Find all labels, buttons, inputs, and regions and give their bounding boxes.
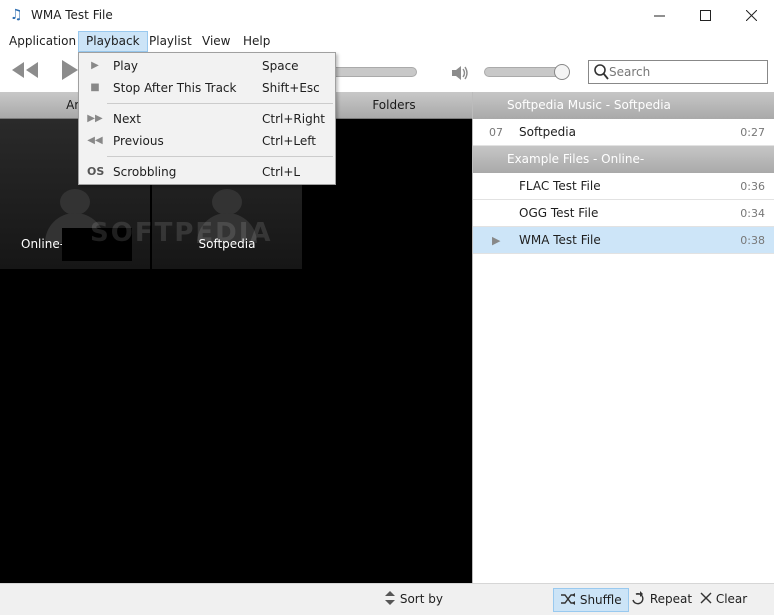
menu-item-play[interactable]: ▶ Play Space — [79, 55, 335, 77]
playlist-row-playing[interactable]: ▶ WMA Test File 0:38 — [473, 227, 774, 254]
previous-track-button[interactable] — [10, 58, 40, 88]
rewind-icon — [12, 62, 38, 78]
clear-button[interactable]: Clear — [694, 588, 753, 612]
track-duration: 0:36 — [740, 180, 765, 193]
menu-item-stop-after-track[interactable]: ■ Stop After This Track Shift+Esc — [79, 77, 335, 99]
menu-help[interactable]: Help — [236, 31, 277, 52]
playlist-group-header[interactable]: Softpedia Music - Softpedia — [473, 92, 774, 119]
watermark: SOFTPEDIA — [90, 218, 273, 248]
next-icon: ▶▶ — [87, 113, 103, 124]
maximize-icon — [699, 10, 711, 21]
window-title: WMA Test File — [31, 8, 113, 22]
menu-item-shortcut: Ctrl+Left — [262, 134, 316, 148]
menu-item-shortcut: Space — [262, 59, 299, 73]
track-duration: 0:27 — [740, 126, 765, 139]
menu-separator — [107, 156, 333, 157]
volume-button[interactable] — [450, 63, 470, 88]
sort-by-label: Sort by — [399, 592, 443, 606]
volume-thumb[interactable] — [553, 64, 570, 80]
search-input[interactable] — [609, 63, 764, 81]
seek-track[interactable] — [330, 67, 417, 77]
search-box[interactable] — [588, 60, 768, 84]
track-name: Softpedia — [519, 125, 576, 139]
track-duration: 0:34 — [740, 207, 765, 220]
artist-avatar-icon — [212, 189, 242, 215]
clear-label: Clear — [715, 592, 748, 606]
sort-icon — [385, 591, 395, 605]
menu-playlist[interactable]: Playlist — [142, 31, 199, 52]
track-name: FLAC Test File — [519, 179, 601, 193]
menu-item-label: Play — [113, 59, 139, 73]
playback-dropdown-menu: ▶ Play Space ■ Stop After This Track Shi… — [78, 52, 336, 185]
minimize-icon — [653, 15, 665, 17]
previous-icon: ◀◀ — [87, 135, 103, 146]
status-bar: Sort by Shuffle Repeat Clear — [0, 583, 774, 615]
artist-avatar-icon — [60, 189, 90, 215]
menu-item-shortcut: Ctrl+L — [262, 165, 301, 179]
play-icon: ▶ — [91, 60, 99, 71]
title-bar: ♫ WMA Test File — [0, 0, 774, 31]
menu-bar: Application Playback Playlist View Help — [0, 31, 774, 52]
menu-item-previous[interactable]: ◀◀ Previous Ctrl+Left — [79, 130, 335, 152]
track-name: WMA Test File — [519, 233, 601, 247]
track-duration: 0:38 — [740, 234, 765, 247]
clear-icon — [700, 592, 712, 604]
menu-item-shortcut: Shift+Esc — [262, 81, 320, 95]
lastfm-icon: OS — [87, 165, 105, 178]
music-note-icon: ♫ — [10, 7, 23, 23]
playlist-group-header[interactable]: Example Files - Online- — [473, 146, 774, 173]
menu-item-scrobbling[interactable]: OS Scrobbling Ctrl+L — [79, 161, 335, 183]
track-number: 07 — [489, 126, 503, 139]
menu-separator — [107, 103, 333, 104]
close-icon — [745, 10, 757, 21]
maximize-button[interactable] — [682, 0, 728, 31]
menu-playback[interactable]: Playback — [78, 31, 148, 52]
stop-icon: ■ — [90, 82, 100, 93]
track-name: OGG Test File — [519, 206, 599, 220]
tab-folders[interactable]: Folders — [316, 92, 472, 119]
menu-view[interactable]: View — [195, 31, 237, 52]
playlist-row[interactable]: OGG Test File 0:34 — [473, 200, 774, 227]
shuffle-label: Shuffle — [579, 593, 622, 607]
menu-item-shortcut: Ctrl+Right — [262, 112, 326, 126]
search-icon — [594, 64, 609, 80]
menu-item-label: Previous — [113, 134, 164, 148]
menu-application[interactable]: Application — [2, 31, 83, 52]
menu-item-label: Next — [113, 112, 141, 126]
playlist-row[interactable]: FLAC Test File 0:36 — [473, 173, 774, 200]
minimize-button[interactable] — [636, 0, 682, 31]
playlist-pane: Softpedia Music - Softpedia 07 Softpedia… — [472, 92, 774, 583]
repeat-icon — [632, 591, 644, 605]
shuffle-icon — [561, 593, 575, 605]
speaker-icon — [452, 66, 468, 80]
play-icon — [62, 60, 78, 80]
sort-by-button[interactable]: Sort by — [378, 588, 449, 612]
playlist-row[interactable]: 07 Softpedia 0:27 — [473, 119, 774, 146]
repeat-label: Repeat — [649, 592, 693, 606]
play-button[interactable] — [58, 58, 78, 88]
shuffle-button[interactable]: Shuffle — [553, 588, 629, 612]
now-playing-icon: ▶ — [492, 234, 501, 247]
menu-item-label: Stop After This Track — [113, 81, 237, 95]
repeat-button[interactable]: Repeat — [624, 588, 698, 612]
menu-item-next[interactable]: ▶▶ Next Ctrl+Right — [79, 108, 335, 130]
close-button[interactable] — [728, 0, 774, 31]
menu-item-label: Scrobbling — [113, 165, 177, 179]
